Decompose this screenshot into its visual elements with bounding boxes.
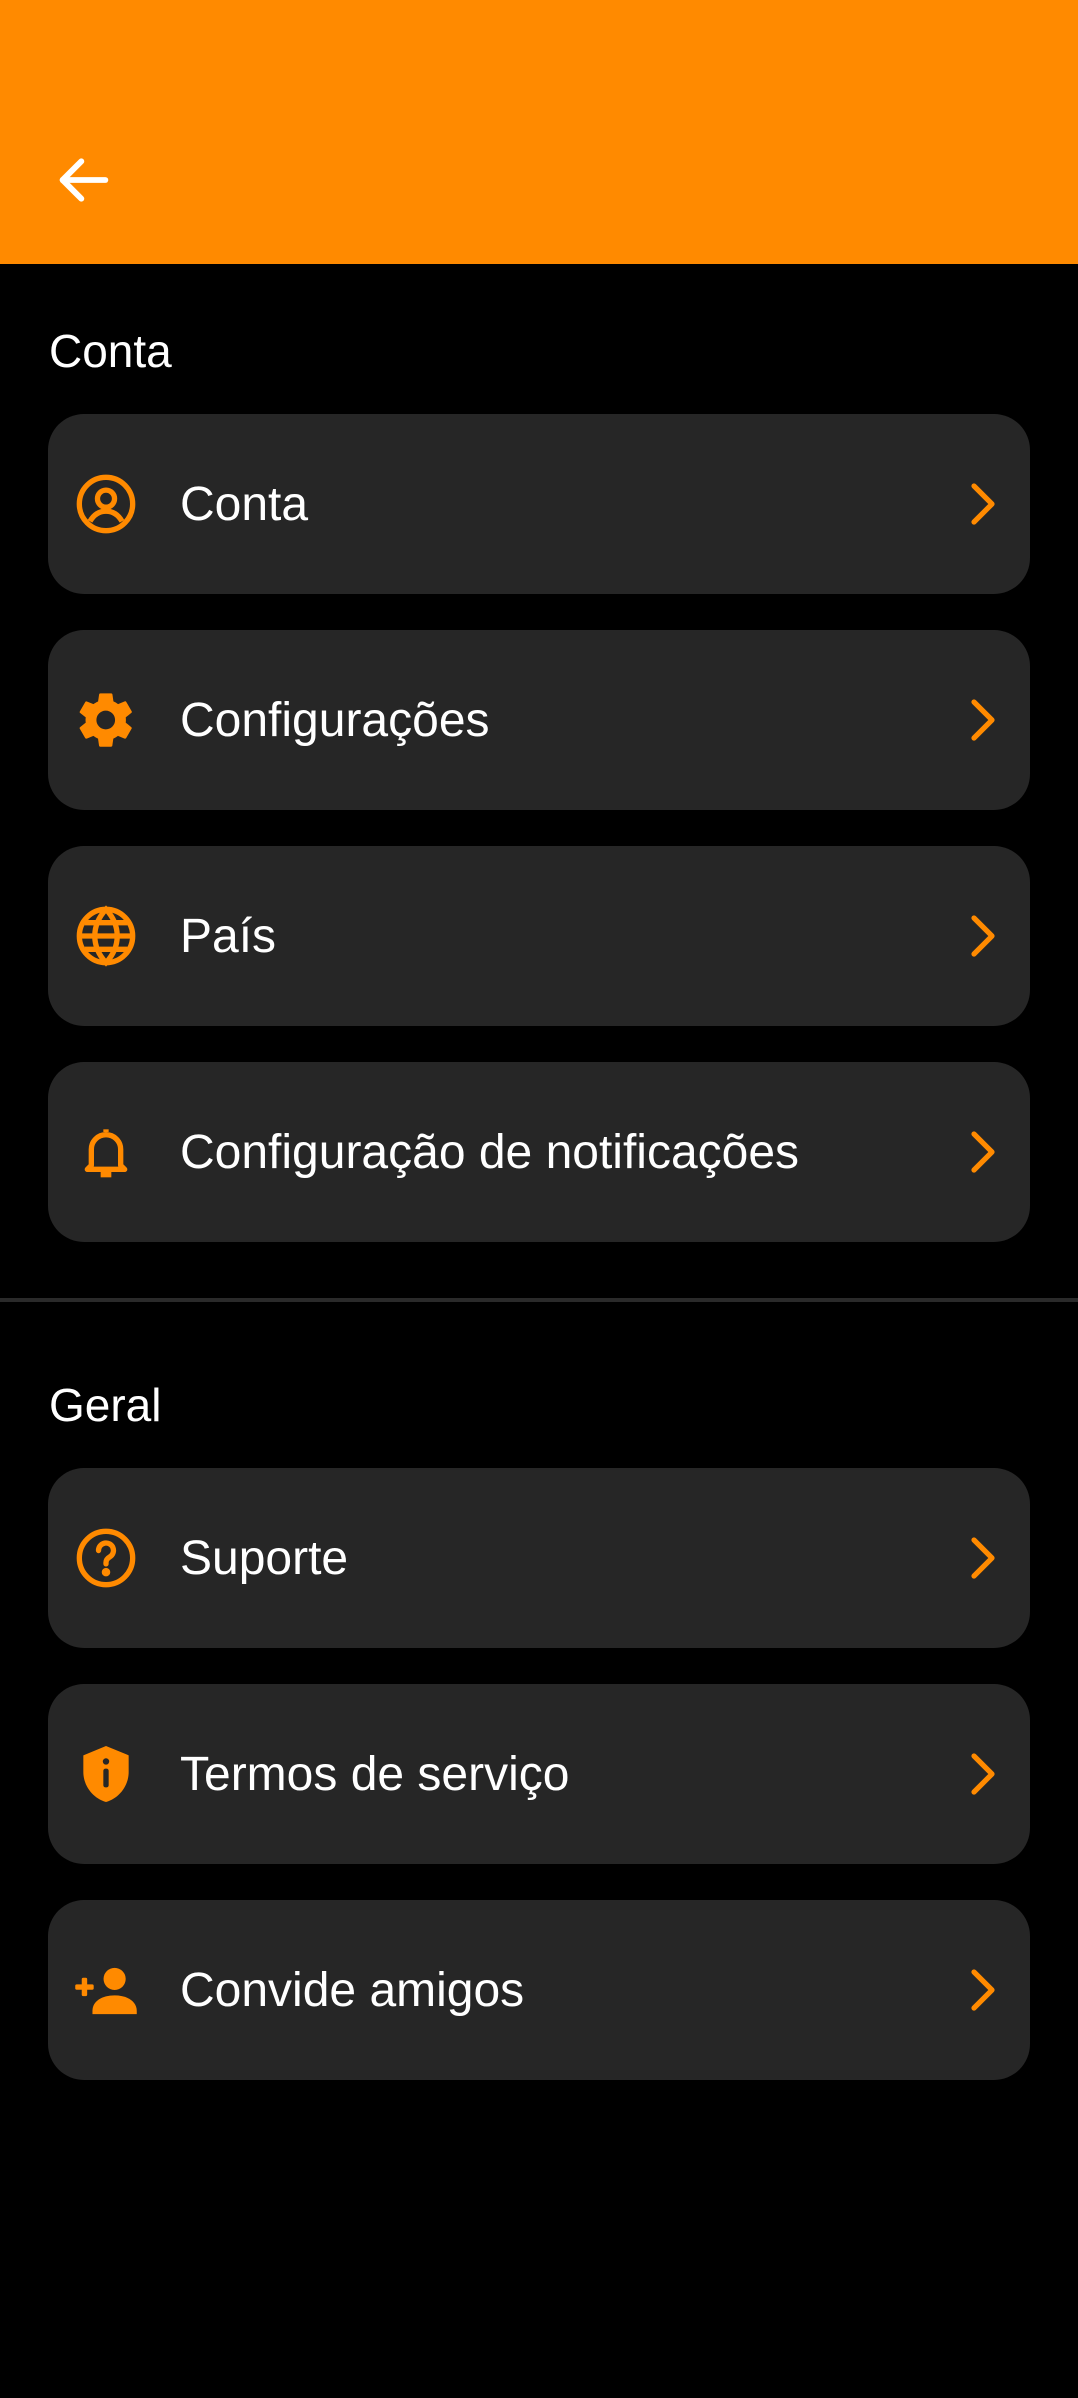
account-circle-icon: [74, 472, 138, 536]
menu-item-label: Suporte: [180, 1531, 349, 1585]
section-title-geral: Geral: [49, 1379, 162, 1431]
menu-item-notificacoes[interactable]: Configuração de notificações: [48, 1062, 1030, 1242]
arrow-left-icon: [52, 148, 116, 212]
help-circle-icon: [74, 1526, 138, 1590]
gear-icon: [74, 688, 138, 752]
menu-item-configuracoes[interactable]: Configurações: [48, 630, 1030, 810]
menu-item-pais[interactable]: País: [48, 846, 1030, 1026]
chevron-right-icon: [958, 696, 1006, 744]
back-button[interactable]: [48, 144, 120, 216]
globe-icon: [74, 904, 138, 968]
menu-item-label: Convide amigos: [180, 1963, 525, 2017]
menu-item-suporte[interactable]: Suporte: [48, 1468, 1030, 1648]
section-title-conta: Conta: [49, 325, 172, 377]
chevron-right-icon: [958, 1750, 1006, 1798]
menu-item-label: Configurações: [180, 693, 490, 747]
shield-info-icon: [74, 1742, 138, 1806]
chevron-right-icon: [958, 912, 1006, 960]
section-divider: [0, 1298, 1078, 1302]
menu-item-label: Termos de serviço: [180, 1747, 570, 1801]
app-header: [0, 0, 1078, 264]
chevron-right-icon: [958, 1128, 1006, 1176]
menu-item-termos[interactable]: Termos de serviço: [48, 1684, 1030, 1864]
menu-item-label: Conta: [180, 477, 309, 531]
chevron-right-icon: [958, 480, 1006, 528]
bell-icon: [74, 1120, 138, 1184]
chevron-right-icon: [958, 1534, 1006, 1582]
add-person-icon: [74, 1958, 138, 2022]
chevron-right-icon: [958, 1966, 1006, 2014]
menu-item-convide[interactable]: Convide amigos: [48, 1900, 1030, 2080]
menu-item-label: Configuração de notificações: [180, 1125, 800, 1179]
menu-item-conta[interactable]: Conta: [48, 414, 1030, 594]
menu-item-label: País: [180, 909, 277, 963]
